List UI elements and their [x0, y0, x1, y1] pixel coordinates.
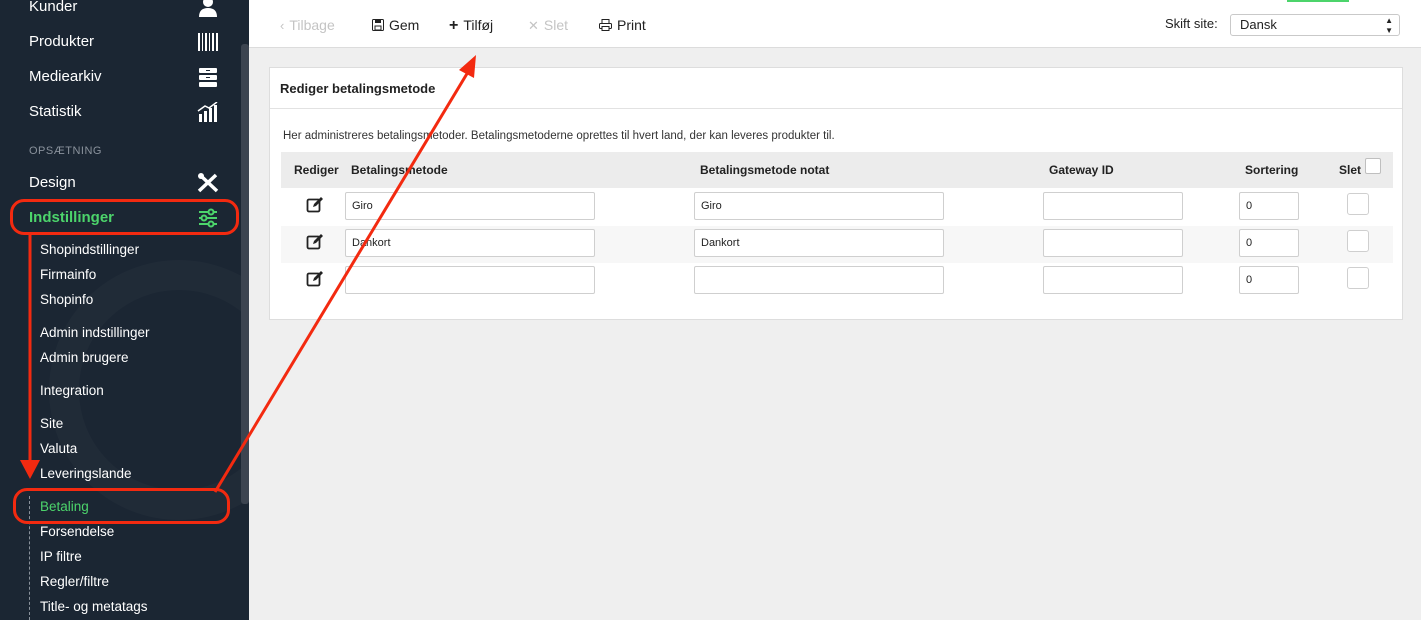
sidebar-subitem-admin-users[interactable]: Admin brugere	[40, 348, 129, 368]
save-button[interactable]: Gem	[372, 15, 419, 35]
column-header-note: Betalingsmetode notat	[700, 163, 830, 177]
method-input[interactable]	[345, 266, 595, 294]
sidebar-subitem-currency[interactable]: Valuta	[40, 439, 77, 459]
sidebar-subitem-company-info[interactable]: Firmainfo	[40, 265, 96, 285]
edit-icon[interactable]	[306, 233, 324, 251]
sidebar-subitem-rules-filters[interactable]: Regler/filtre	[40, 572, 109, 592]
gateway-input[interactable]	[1043, 266, 1183, 294]
sidebar-item-settings[interactable]: Indstillinger	[29, 206, 219, 230]
sidebar-item-label: Statistik	[29, 103, 82, 120]
site-select-value: Dansk	[1240, 17, 1277, 32]
toolbar: ‹ Tilbage Gem + Tilføj ✕ Slet Print Skift s…	[249, 0, 1421, 48]
save-icon	[372, 19, 384, 31]
edit-icon[interactable]	[306, 270, 324, 288]
select-all-checkbox[interactable]	[1365, 158, 1381, 174]
sidebar-item-label: Indstillinger	[29, 209, 115, 226]
sidebar-scrollbar[interactable]	[241, 44, 249, 504]
back-label: Tilbage	[289, 17, 335, 33]
section-label-setup: OPSÆTNING	[29, 145, 102, 157]
sidebar-subitem-shop-settings[interactable]: Shopindstillinger	[40, 240, 139, 260]
toolbar-accent-line	[1287, 0, 1349, 2]
column-header-gateway: Gateway ID	[1049, 163, 1114, 177]
note-input[interactable]: Dankort	[694, 229, 944, 257]
sidebar-item-label: Produkter	[29, 33, 95, 50]
sidebar-item-label: Design	[29, 174, 76, 191]
panel-divider	[270, 108, 1402, 109]
add-button[interactable]: + Tilføj	[449, 15, 493, 35]
column-header-edit: Rediger	[294, 163, 339, 177]
add-label: Tilføj	[463, 17, 494, 33]
back-button[interactable]: ‹ Tilbage	[280, 15, 335, 35]
delete-checkbox[interactable]	[1347, 193, 1369, 215]
sidebar-item-statistics[interactable]: Statistik	[29, 100, 219, 124]
sidebar-subitem-payment[interactable]: Betaling	[40, 497, 89, 517]
delete-checkbox[interactable]	[1347, 230, 1369, 252]
sidebar-item-products[interactable]: Produkter	[29, 30, 219, 54]
print-button[interactable]: Print	[599, 15, 646, 35]
settings-sliders-icon	[199, 208, 217, 228]
delete-checkbox[interactable]	[1347, 267, 1369, 289]
method-input[interactable]: Giro	[345, 192, 595, 220]
sort-input[interactable]: 0	[1239, 229, 1299, 257]
method-input[interactable]: Dankort	[345, 229, 595, 257]
sidebar-subitem-shipping[interactable]: Forsendelse	[40, 522, 114, 542]
design-tools-icon	[197, 173, 219, 193]
customers-icon	[199, 0, 217, 17]
sidebar: Kunder Produkter Mediearkiv Statistik OP…	[0, 0, 249, 620]
column-header-delete: Slet	[1339, 163, 1362, 177]
select-arrows-icon: ▲ ▼	[1385, 16, 1393, 35]
save-label: Gem	[389, 17, 420, 33]
sidebar-subitem-ip-filters[interactable]: IP filtre	[40, 547, 82, 567]
gateway-input[interactable]	[1043, 229, 1183, 257]
plus-icon: +	[449, 17, 459, 34]
sidebar-subitem-title-metatags[interactable]: Title- og metatags	[40, 597, 148, 617]
table-header: Rediger Betalingsmetode Betalingsmetode …	[281, 152, 1393, 188]
note-input[interactable]: Giro	[694, 192, 944, 220]
payment-methods-panel: Rediger betalingsmetode Her administrere…	[269, 67, 1403, 320]
column-header-sort: Sortering	[1245, 163, 1299, 177]
site-select[interactable]: Dansk ▲ ▼	[1230, 14, 1400, 36]
sidebar-item-label: Kunder	[29, 0, 78, 15]
column-header-method: Betalingsmetode	[351, 163, 448, 177]
sidebar-item-customers[interactable]: Kunder	[29, 0, 219, 19]
note-input[interactable]	[694, 266, 944, 294]
panel-description: Her administreres betalingsmetoder. Beta…	[283, 130, 835, 142]
submenu-guide-line	[29, 496, 30, 620]
close-icon: ✕	[528, 18, 539, 33]
chevron-left-icon: ‹	[280, 18, 285, 33]
table-row: 0	[281, 263, 1393, 300]
print-label: Print	[617, 17, 646, 33]
sidebar-item-label: Mediearkiv	[29, 68, 102, 85]
delete-button[interactable]: ✕ Slet	[528, 15, 568, 35]
gateway-input[interactable]	[1043, 192, 1183, 220]
sidebar-subitem-admin-settings[interactable]: Admin indstillinger	[40, 323, 150, 343]
statistics-icon	[197, 102, 218, 122]
sidebar-subitem-site[interactable]: Site	[40, 414, 63, 434]
panel-title: Rediger betalingsmetode	[280, 81, 436, 96]
edit-icon[interactable]	[306, 196, 324, 214]
sidebar-subitem-shop-info[interactable]: Shopinfo	[40, 290, 93, 310]
sidebar-item-design[interactable]: Design	[29, 171, 219, 195]
sidebar-subitem-delivery-countries[interactable]: Leveringslande	[40, 464, 132, 484]
media-archive-icon	[199, 68, 217, 87]
sort-input[interactable]: 0	[1239, 266, 1299, 294]
table-row: Dankort Dankort 0	[281, 226, 1393, 263]
barcode-icon	[198, 33, 218, 51]
printer-icon	[599, 19, 612, 31]
sort-input[interactable]: 0	[1239, 192, 1299, 220]
table-row: Giro Giro 0	[281, 189, 1393, 226]
sidebar-item-media-archive[interactable]: Mediearkiv	[29, 65, 219, 89]
delete-label: Slet	[543, 17, 569, 33]
sidebar-subitem-integration[interactable]: Integration	[40, 381, 104, 401]
site-switch-label: Skift site:	[1165, 16, 1218, 31]
